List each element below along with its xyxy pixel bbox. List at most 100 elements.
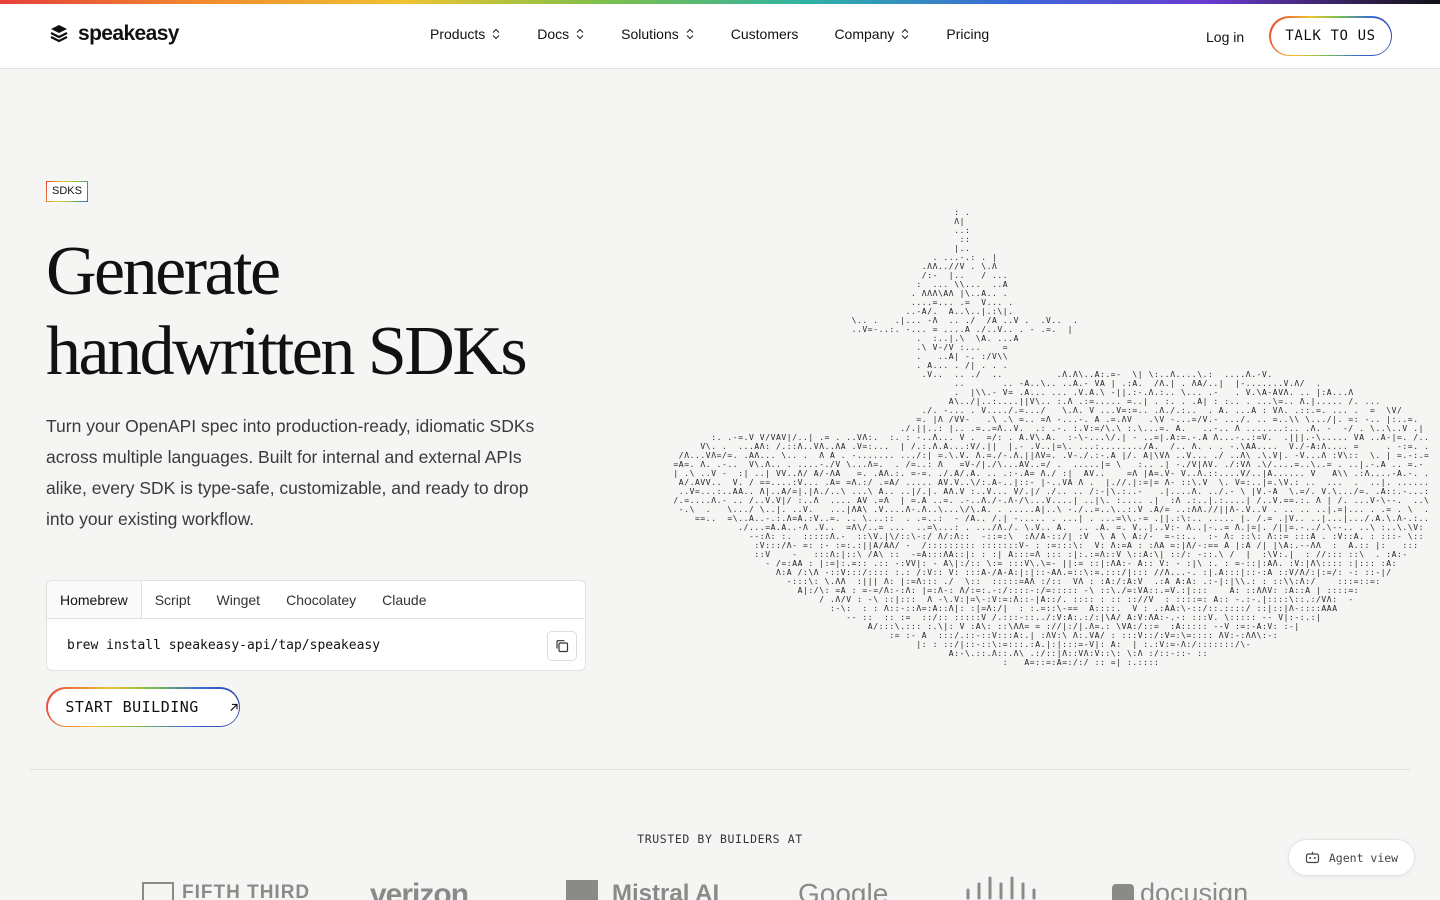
ascii-glyph: : <box>873 604 878 613</box>
ascii-glyph: . <box>803 487 808 496</box>
ascii-glyph: . <box>992 469 997 478</box>
tab-script[interactable]: Script <box>142 581 204 618</box>
ascii-glyph: A <box>922 550 927 559</box>
ascii-glyph: | <box>1159 514 1164 523</box>
nav-docs[interactable]: Docs <box>537 26 585 42</box>
ascii-glyph: V <box>1068 451 1073 460</box>
ascii-glyph: | <box>1057 640 1062 649</box>
ascii-glyph: / <box>798 568 803 577</box>
ascii-glyph: Λ <box>1062 370 1067 379</box>
ascii-glyph: . <box>684 487 689 496</box>
ascii-glyph: . <box>954 370 959 379</box>
ascii-glyph: . <box>852 541 857 550</box>
ascii-glyph: = <box>911 577 916 586</box>
tab-chocolatey[interactable]: Chocolatey <box>273 581 369 618</box>
ascii-glyph: A <box>1203 433 1208 442</box>
ascii-glyph: = <box>873 586 878 595</box>
ascii-glyph: . <box>1105 523 1110 532</box>
ascii-glyph: : <box>1062 640 1067 649</box>
ascii-glyph: : <box>997 586 1002 595</box>
ascii-glyph: \ <box>819 586 824 595</box>
ascii-glyph: : <box>1041 631 1046 640</box>
ascii-glyph: / <box>906 424 911 433</box>
ascii-glyph: : <box>1197 604 1202 613</box>
brand-logo[interactable]: speakeasy <box>48 22 179 46</box>
ascii-glyph: / <box>819 595 824 604</box>
ascii-glyph: . <box>938 523 943 532</box>
ascii-glyph: A <box>1273 487 1278 496</box>
ascii-glyph: . <box>1354 514 1359 523</box>
ascii-glyph: : <box>1348 532 1353 541</box>
ascii-glyph: . <box>1424 505 1429 514</box>
tab-claude[interactable]: Claude <box>369 581 439 618</box>
ascii-glyph: : <box>1170 523 1175 532</box>
ascii-glyph: . <box>1051 478 1056 487</box>
ascii-glyph: A <box>965 325 970 334</box>
ascii-glyph: A <box>1186 577 1191 586</box>
talk-to-us-button[interactable]: TALK TO US <box>1269 16 1392 56</box>
ascii-glyph: / <box>1208 505 1213 514</box>
ascii-glyph: Λ <box>868 460 873 469</box>
ascii-glyph: = <box>1284 532 1289 541</box>
logo-mistral: Mistral AI <box>566 880 719 900</box>
ascii-glyph: . <box>1149 460 1154 469</box>
ascii-glyph: . <box>938 262 943 271</box>
ascii-glyph: : <box>1176 541 1181 550</box>
ascii-glyph: : <box>1354 568 1359 577</box>
ascii-glyph: . <box>1278 460 1283 469</box>
ascii-glyph: : <box>1251 577 1256 586</box>
ascii-glyph: / <box>1154 649 1159 658</box>
nav-docs-label: Docs <box>537 26 570 42</box>
tab-homebrew[interactable]: Homebrew <box>47 581 142 618</box>
ascii-glyph: . <box>1284 451 1289 460</box>
nav-products[interactable]: Products <box>430 26 501 42</box>
ascii-glyph: | <box>976 397 981 406</box>
ascii-glyph: - <box>911 550 916 559</box>
ascii-glyph: . <box>1392 514 1397 523</box>
ascii-glyph: : <box>1003 577 1008 586</box>
ascii-glyph: : <box>1186 478 1191 487</box>
ascii-glyph: : <box>1370 568 1375 577</box>
ascii-glyph: . <box>911 316 916 325</box>
start-building-button[interactable]: START BUILDING <box>46 687 240 727</box>
tab-winget[interactable]: Winget <box>204 581 274 618</box>
agent-view-button[interactable]: Agent view <box>1288 839 1415 876</box>
ascii-glyph: A <box>981 505 986 514</box>
copy-button[interactable] <box>547 631 577 661</box>
ascii-glyph: A <box>1100 379 1105 388</box>
ascii-glyph: . <box>916 478 921 487</box>
ascii-glyph: / <box>965 505 970 514</box>
nav-company[interactable]: Company <box>834 26 910 42</box>
ascii-glyph: . <box>852 442 857 451</box>
ascii-glyph: | <box>954 559 959 568</box>
ascii-glyph: / <box>1300 442 1305 451</box>
ascii-glyph: : <box>857 532 862 541</box>
ascii-glyph: . <box>1197 388 1202 397</box>
ascii-glyph: . <box>1316 505 1321 514</box>
nav-pricing[interactable]: Pricing <box>946 26 989 42</box>
ascii-glyph: / <box>1311 577 1316 586</box>
ascii-glyph: / <box>1203 604 1208 613</box>
ascii-glyph: Λ <box>830 550 835 559</box>
ascii-glyph: | <box>1359 460 1364 469</box>
ascii-glyph: . <box>981 523 986 532</box>
ascii-glyph: . <box>1019 469 1024 478</box>
nav-solutions[interactable]: Solutions <box>621 26 695 42</box>
ascii-glyph: Λ <box>1030 577 1035 586</box>
ascii-glyph: A <box>1311 532 1316 541</box>
ascii-glyph: . <box>835 514 840 523</box>
ascii-glyph: : <box>1186 514 1191 523</box>
ascii-glyph: / <box>792 433 797 442</box>
ascii-glyph: : <box>1143 658 1148 667</box>
ascii-glyph: . <box>1257 595 1262 604</box>
ascii-glyph: . <box>1122 379 1127 388</box>
ascii-glyph: : <box>1078 550 1083 559</box>
ascii-glyph: / <box>803 469 808 478</box>
ascii-glyph: . <box>997 334 1002 343</box>
ascii-glyph: . <box>911 298 916 307</box>
ascii-glyph: Λ <box>1235 424 1240 433</box>
ascii-glyph: : <box>1300 406 1305 415</box>
ascii-glyph: A <box>1311 442 1316 451</box>
nav-customers[interactable]: Customers <box>731 26 799 42</box>
login-link[interactable]: Log in <box>1206 29 1244 45</box>
